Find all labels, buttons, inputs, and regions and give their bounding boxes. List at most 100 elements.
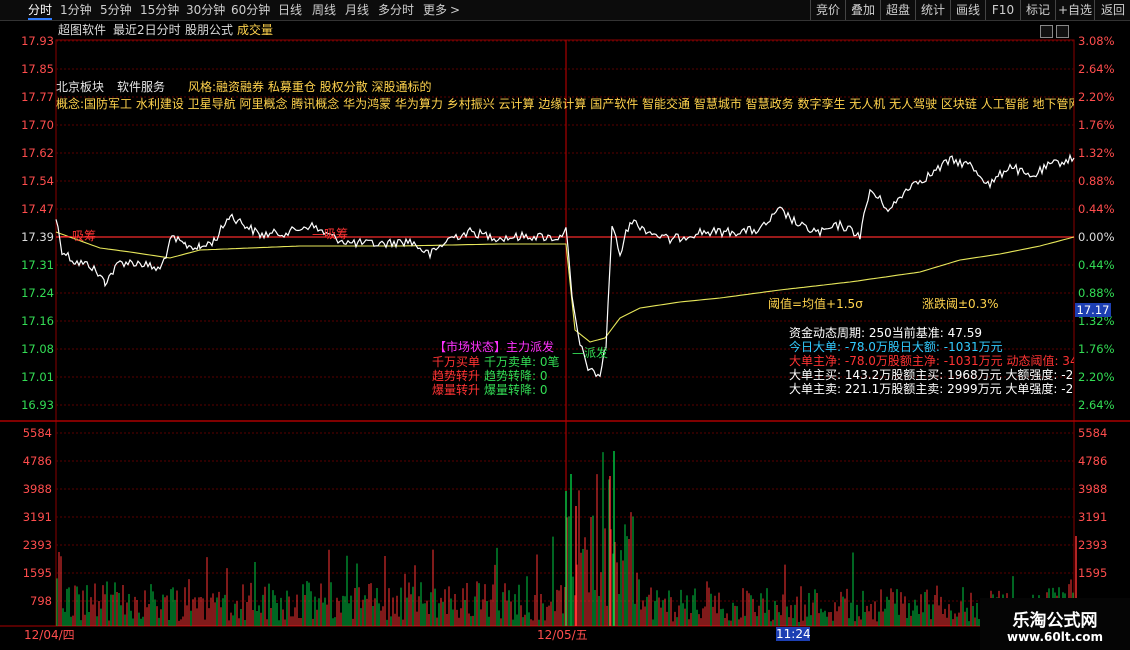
burst-down-label: 爆量转降: 0 <box>484 383 548 397</box>
percent-tick-right: 0.00% <box>1078 230 1115 244</box>
tab-daily[interactable]: 日线 <box>278 2 302 18</box>
burst-up-label: 爆量转升 <box>432 383 481 397</box>
style-tags: 风格:融资融券 私募重仓 股权分散 深股通标的 <box>188 80 432 94</box>
today-big-order-line: 今日大单: -78.0万股日大额: -1031万元 <box>789 340 1003 354</box>
mega-buy-label: 千万买单 <box>432 355 481 369</box>
statistics-button[interactable]: 统计 <box>915 0 950 20</box>
volume-tick-right: 1595 <box>1078 566 1108 580</box>
price-tick-left: 17.54 <box>21 174 54 188</box>
percent-tick-right: 0.88% <box>1078 286 1115 300</box>
volume-tick-right: 3191 <box>1078 510 1108 524</box>
industry-label: 软件服务 <box>117 80 166 94</box>
mega-sell-label: 千万卖单: 0笔 <box>484 355 560 369</box>
cursor-time-tag: 11:24 <box>776 627 811 641</box>
back-button[interactable]: 返回 <box>1094 0 1130 20</box>
draw-line-button[interactable]: 画线 <box>950 0 985 20</box>
tab-30min[interactable]: 30分钟 <box>186 2 225 18</box>
tab-1min[interactable]: 1分钟 <box>60 2 92 18</box>
price-tick-left: 17.39 <box>21 230 54 244</box>
volume-label: 成交量 <box>237 23 274 37</box>
threshold-pct-label: 涨跌阈±0.3% <box>922 297 999 311</box>
watermark-url: www.60lt.com <box>1006 630 1104 644</box>
date-day1: 12/04/四 <box>24 628 75 642</box>
watermark-name: 乐淘公式网 <box>1012 611 1098 631</box>
distribute-marker: —派发 <box>572 346 608 360</box>
tab-15min[interactable]: 15分钟 <box>140 2 179 18</box>
price-tick-left: 17.47 <box>21 202 54 216</box>
volume-tick-right: 5584 <box>1078 426 1108 440</box>
recent-two-days-label: 最近2日分时 <box>113 23 181 37</box>
absorb-label-2: 吸筹 <box>324 227 349 241</box>
tab-more[interactable]: 更多 <box>423 2 447 18</box>
price-tick-left: 17.16 <box>21 314 54 328</box>
price-tick-left: 17.01 <box>21 370 54 384</box>
f10-button[interactable]: F10 <box>985 0 1020 20</box>
tab-monthly[interactable]: 月线 <box>345 2 369 18</box>
volume-tick-right: 2393 <box>1078 538 1108 552</box>
percent-tick-right: 3.08% <box>1078 34 1115 48</box>
price-tick-left: 17.93 <box>21 34 54 48</box>
trend-up-label: 趋势转升 <box>432 369 481 383</box>
stock-name: 超图软件 <box>58 23 107 37</box>
absorb-arrow-icon: — <box>60 229 72 243</box>
price-tick-left: 16.93 <box>21 398 54 412</box>
price-tick-left: 17.70 <box>21 118 54 132</box>
threshold-avg-label: 阈值=均值+1.5σ <box>768 297 863 311</box>
percent-tick-right: 2.20% <box>1078 370 1115 384</box>
absorb-marker-1: —吸筹 <box>60 229 96 243</box>
percent-tick-right: 1.32% <box>1078 146 1115 160</box>
current-price-tag: 17.17 <box>1075 303 1111 317</box>
tab-5min[interactable]: 5分钟 <box>100 2 132 18</box>
tab-multi-intraday[interactable]: 多分时 <box>378 2 414 18</box>
volume-tick-left: 3988 <box>22 482 52 496</box>
mark-button[interactable]: 标记 <box>1020 0 1055 20</box>
add-watchlist-button[interactable]: +自选 <box>1055 0 1094 20</box>
overlay-button[interactable]: 叠加 <box>845 0 880 20</box>
volume-tick-left: 2393 <box>22 538 52 552</box>
percent-tick-right: 0.44% <box>1078 258 1115 272</box>
formula-label: 股朋公式 <box>185 23 234 37</box>
trend-down-label: 趋势转降: 0 <box>484 369 548 383</box>
super-board-button[interactable]: 超盘 <box>880 0 915 20</box>
percent-tick-right: 2.64% <box>1078 398 1115 412</box>
percent-tick-right: 0.88% <box>1078 174 1115 188</box>
volume-tick-left: 1595 <box>22 566 52 580</box>
price-tick-left: 17.24 <box>21 286 54 300</box>
watermark: 乐淘公式网 www.60lt.com <box>980 598 1130 650</box>
big-order-buy-line: 大单主买: 143.2万股额主买: 1968万元 大额强度: -20. <box>789 368 1074 382</box>
price-tick-left: 17.62 <box>21 146 54 160</box>
window-close-icon[interactable] <box>1056 25 1069 38</box>
price-tick-left: 17.77 <box>21 90 54 104</box>
market-status-label: 【市场状态】 <box>434 340 507 354</box>
percent-tick-right: 0.44% <box>1078 202 1115 216</box>
auction-button[interactable]: 竞价 <box>810 0 845 20</box>
absorb-label-1: 吸筹 <box>72 229 97 243</box>
volume-tick-right: 3988 <box>1078 482 1108 496</box>
date-day2: 12/05/五 <box>537 628 588 642</box>
market-status-value: 主力派发 <box>506 340 555 354</box>
volume-tick-left: 3191 <box>22 510 52 524</box>
distribute-arrow-icon: — <box>572 346 584 360</box>
volume-tick-left: 798 <box>30 594 52 608</box>
absorb-marker-2: —吸筹 <box>312 227 348 241</box>
more-chevron-icon[interactable]: > <box>450 2 460 18</box>
tab-weekly[interactable]: 周线 <box>312 2 336 18</box>
fund-period-line: 资金动态周期: 250当前基准: 47.59 <box>789 326 982 340</box>
volume-tick-right: 4786 <box>1078 454 1108 468</box>
window-restore-icon[interactable] <box>1040 25 1053 38</box>
period-toolbar: 分时 1分钟 5分钟 15分钟 30分钟 60分钟 日线 周线 月线 多分时 更… <box>0 0 1130 21</box>
volume-tick-left: 4786 <box>22 454 52 468</box>
percent-tick-right: 2.20% <box>1078 90 1115 104</box>
sector-label: 北京板块 <box>56 80 105 94</box>
concept-tags: 概念:国防军工 水利建设 卫星导航 阿里概念 腾讯概念 华为鸿蒙 华为算力 乡村… <box>56 97 1074 111</box>
tab-intraday[interactable]: 分时 <box>28 2 53 20</box>
price-tick-left: 17.85 <box>21 62 54 76</box>
volume-tick-left: 5584 <box>22 426 52 440</box>
big-order-net-line: 大单主净: -78.0万股额主净: -1031万元 动态阈值: 34.6 <box>789 354 1074 368</box>
percent-tick-right: 2.64% <box>1078 62 1115 76</box>
percent-tick-right: 1.76% <box>1078 118 1115 132</box>
tab-60min[interactable]: 60分钟 <box>231 2 270 18</box>
price-tick-left: 17.08 <box>21 342 54 356</box>
price-tick-left: 17.31 <box>21 258 54 272</box>
absorb-arrow-icon: — <box>312 227 324 241</box>
